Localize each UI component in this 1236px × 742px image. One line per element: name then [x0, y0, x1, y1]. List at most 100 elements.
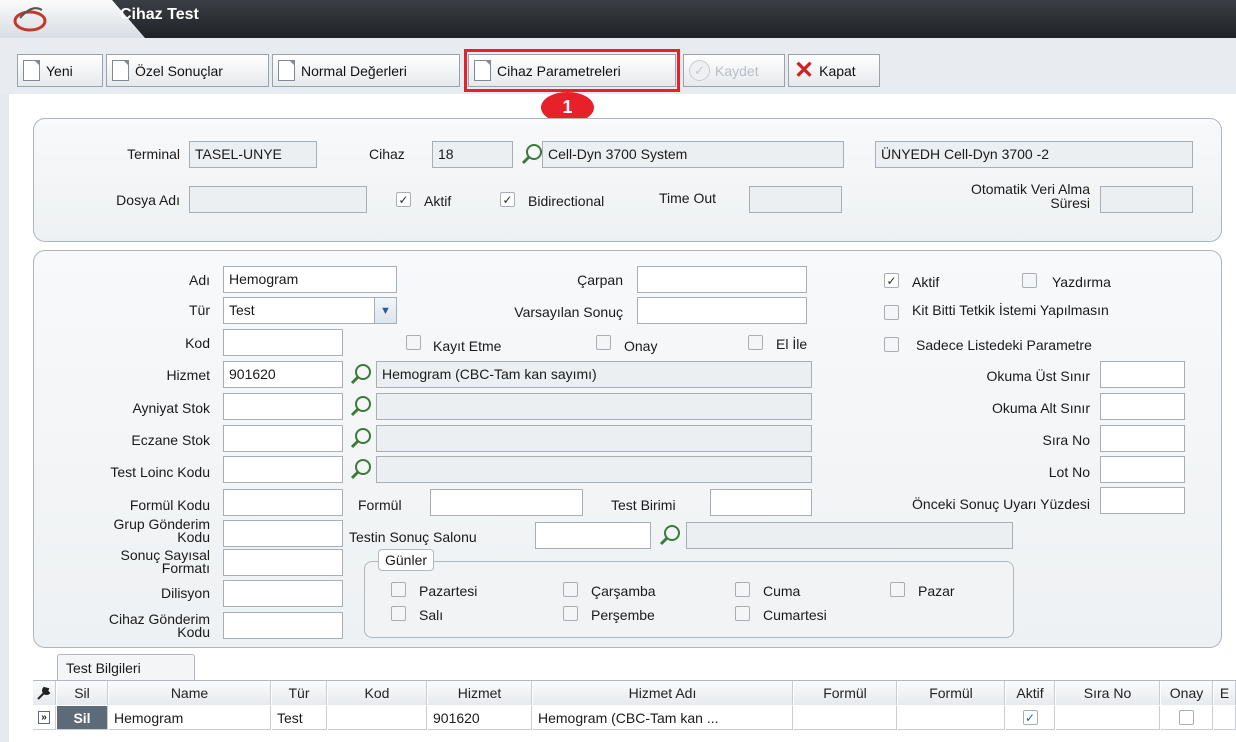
search-icon[interactable] — [349, 457, 373, 481]
col-aktif[interactable]: Aktif — [1006, 681, 1055, 705]
timeout-field[interactable] — [749, 186, 842, 213]
result-room-field[interactable] — [535, 522, 651, 549]
cell-sira-no[interactable] — [1056, 706, 1160, 730]
kit-finished-checkbox[interactable] — [884, 305, 899, 320]
only-listed-checkbox[interactable] — [884, 337, 899, 352]
name-field[interactable]: Hemogram — [223, 266, 397, 293]
col-hizmet[interactable]: Hizmet — [428, 681, 532, 705]
thursday-checkbox[interactable] — [563, 606, 578, 621]
result-room-name-field[interactable] — [686, 522, 1013, 549]
service-name-field[interactable]: Hemogram (CBC-Tam kan sayımı) — [376, 361, 812, 388]
order-no-field[interactable] — [1100, 425, 1185, 452]
auto-data-field[interactable] — [1100, 186, 1193, 213]
active-checkbox[interactable]: ✓ — [396, 192, 411, 207]
cell-e[interactable] — [1214, 706, 1236, 730]
result-format-field[interactable] — [223, 549, 343, 576]
window-title: Cihaz Test — [120, 6, 199, 23]
read-lower-limit-field[interactable] — [1100, 393, 1185, 420]
save-button[interactable]: ✓ Kaydet — [683, 54, 785, 87]
cell-formul-2[interactable] — [898, 706, 1005, 730]
col-kod[interactable]: Kod — [328, 681, 427, 705]
friday-checkbox[interactable] — [735, 582, 750, 597]
cell-onay[interactable] — [1161, 706, 1213, 730]
default-result-field[interactable] — [637, 297, 807, 324]
lot-no-field[interactable] — [1100, 456, 1185, 483]
loinc-code-label: Test Loinc Kodu — [110, 464, 210, 480]
search-icon[interactable] — [349, 362, 373, 386]
do-not-save-checkbox[interactable] — [406, 335, 421, 350]
col-formul-2[interactable]: Formül — [898, 681, 1005, 705]
tuesday-checkbox[interactable] — [391, 606, 406, 621]
cell-aktif[interactable]: ✓ — [1006, 706, 1055, 730]
inventory-stock-name-field[interactable] — [376, 393, 812, 420]
search-icon[interactable] — [349, 426, 373, 450]
search-icon[interactable] — [658, 523, 682, 547]
file-name-field[interactable] — [189, 186, 367, 213]
pharmacy-stock-field[interactable] — [223, 425, 343, 452]
col-formul-1[interactable]: Formül — [794, 681, 897, 705]
new-button[interactable]: Yeni — [17, 54, 103, 87]
col-onay[interactable]: Onay — [1161, 681, 1213, 705]
cell-formul-1[interactable] — [794, 706, 897, 730]
onay-row-checkbox[interactable] — [1179, 710, 1194, 725]
code-field[interactable] — [223, 329, 343, 356]
device-desc-field[interactable]: ÜNYEDH Cell-Dyn 3700 -2 — [875, 141, 1193, 168]
cell-hizmet[interactable]: 901620 — [428, 706, 532, 730]
close-button[interactable]: ✕ Kapat — [788, 54, 880, 87]
device-id-field[interactable]: 18 — [432, 141, 513, 168]
active-param-checkbox[interactable]: ✓ — [884, 273, 899, 288]
group-send-code-field[interactable] — [223, 520, 343, 547]
formula-field[interactable] — [430, 489, 583, 516]
loinc-name-field[interactable] — [376, 456, 812, 483]
type-select[interactable]: Test ▼ — [223, 297, 397, 324]
device-name-field[interactable]: Cell-Dyn 3700 System — [542, 141, 844, 168]
search-icon[interactable] — [520, 142, 544, 166]
saturday-checkbox[interactable] — [735, 606, 750, 621]
read-upper-limit-field[interactable] — [1100, 361, 1185, 388]
normal-values-button[interactable]: Normal Değerleri — [272, 54, 460, 87]
col-name[interactable]: Name — [109, 681, 271, 705]
sunday-checkbox[interactable] — [890, 582, 905, 597]
terminal-field[interactable]: TASEL-UNYE — [189, 141, 317, 168]
aktif-row-checkbox[interactable]: ✓ — [1022, 710, 1038, 725]
delete-row-button[interactable]: Sil — [57, 706, 108, 730]
active-param-label: Aktif — [912, 274, 940, 290]
col-sil[interactable]: Sil — [57, 681, 108, 705]
approval-checkbox[interactable] — [596, 335, 611, 350]
dilution-field[interactable] — [223, 580, 343, 607]
col-tur[interactable]: Tür — [272, 681, 327, 705]
special-results-button[interactable]: Özel Sonuçlar — [106, 54, 269, 87]
no-print-checkbox[interactable] — [1022, 273, 1037, 288]
col-e[interactable]: E — [1214, 681, 1236, 705]
manual-checkbox[interactable] — [748, 335, 763, 350]
formula-code-field[interactable] — [223, 489, 343, 516]
cell-hizmet-adi[interactable]: Hemogram (CBC-Tam kan ... — [533, 706, 793, 730]
col-sira-no[interactable]: Sıra No — [1056, 681, 1160, 705]
inventory-stock-field[interactable] — [223, 393, 343, 420]
tab-test-info[interactable]: Test Bilgileri — [57, 654, 195, 681]
search-icon[interactable] — [349, 394, 373, 418]
formula-code-label: Formül Kodu — [129, 497, 210, 513]
row-selector[interactable]: » — [33, 706, 56, 730]
group-send-code-label: Grup Gönderim Kodu — [60, 517, 210, 544]
bidirectional-checkbox[interactable]: ✓ — [500, 192, 515, 207]
monday-checkbox[interactable] — [391, 582, 406, 597]
wrench-icon[interactable] — [33, 681, 56, 705]
multiplier-field[interactable] — [637, 266, 807, 293]
read-lower-limit-label: Okuma Alt Sınır — [991, 400, 1090, 416]
loinc-code-field[interactable] — [223, 456, 343, 483]
wednesday-checkbox[interactable] — [563, 582, 578, 597]
tuesday-label: Salı — [419, 607, 444, 623]
code-label: Kod — [185, 335, 210, 351]
cell-tur[interactable]: Test — [272, 706, 327, 730]
cell-name[interactable]: Hemogram — [109, 706, 271, 730]
prev-result-warning-field[interactable] — [1100, 487, 1185, 514]
device-send-code-field[interactable] — [223, 612, 343, 639]
cell-kod[interactable] — [328, 706, 427, 730]
service-code-field[interactable]: 901620 — [223, 361, 343, 388]
col-hizmet-adi[interactable]: Hizmet Adı — [533, 681, 793, 705]
pharmacy-stock-name-field[interactable] — [376, 425, 812, 452]
test-unit-field[interactable] — [710, 489, 812, 516]
result-format-label-2: Formatı — [161, 560, 210, 576]
timeout-label: Time Out — [659, 190, 717, 206]
